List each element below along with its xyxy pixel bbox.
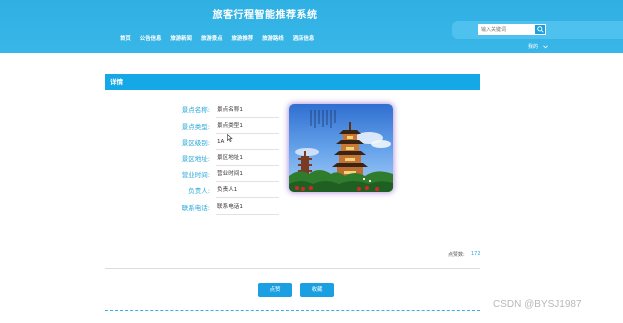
nav-scenic-spots[interactable]: 旅游景点 [198,33,226,45]
nav-routes[interactable]: 旅游路线 [259,33,287,45]
field-label-type: 景点类型: [181,123,210,131]
field-value-type: 景点类型1 [216,122,279,134]
field-label-phone: 联系电话: [181,204,210,212]
field-label-name: 景点名称: [181,106,210,114]
nav-recommendations[interactable]: 旅游推荐 [229,33,257,45]
like-count-label: 点赞数: [448,252,465,258]
field-value-name: 景点名称1 [216,106,279,118]
dashed-divider [105,310,480,311]
section-header: 详情 [105,74,480,90]
like-button[interactable]: 点赞 [258,283,292,297]
chevron-down-icon [543,44,548,48]
section-title: 详情 [110,78,123,86]
divider [105,268,480,269]
field-label-address: 景区地址: [181,155,210,163]
favorite-button[interactable]: 收藏 [300,283,334,297]
user-menu-label: 我的 [528,44,539,50]
nav-announcements[interactable]: 公告信息 [137,33,165,45]
field-value-manager: 负责人1 [216,186,279,198]
field-label-manager: 负责人: [188,187,210,195]
search-icon [536,26,544,33]
search-button[interactable] [534,24,546,35]
main-nav: 首页 公告信息 旅游新闻 旅游景点 旅游推荐 旅游路线 酒店信息 [117,33,320,45]
field-label-hours: 营业时间: [181,171,210,179]
nav-hotels[interactable]: 酒店信息 [290,33,318,45]
search-input[interactable] [478,24,536,35]
site-title: 旅客行程智能推荐系统 [212,10,318,21]
nav-home[interactable]: 首页 [117,33,134,45]
scenic-spot-photo [289,104,393,192]
field-label-level: 景区级别: [181,139,210,147]
field-value-address: 景区地址1 [216,154,279,166]
pagoda-image [289,104,393,192]
nav-travel-news[interactable]: 旅游新闻 [167,33,195,45]
user-menu[interactable]: 我的 [528,43,548,50]
field-value-hours: 营业时间1 [216,170,279,182]
field-value-level: 1A [216,138,279,150]
like-count-value: 172 [471,251,481,257]
watermark: CSDN @BYSJ1987 [493,299,582,310]
field-value-phone: 联系电话1 [216,203,279,215]
mouse-cursor-icon [227,134,233,142]
